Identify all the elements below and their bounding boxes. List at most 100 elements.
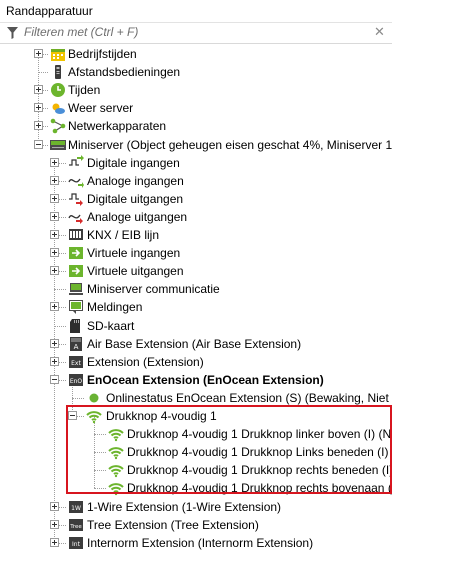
analog-input-icon bbox=[68, 173, 84, 189]
tree-node[interactable]: Virtuele uitgangen bbox=[0, 262, 392, 280]
filter-input[interactable] bbox=[24, 24, 364, 40]
notification-icon bbox=[68, 299, 84, 315]
expand-button[interactable] bbox=[34, 85, 43, 95]
expand-button[interactable] bbox=[34, 49, 43, 58]
tree-node[interactable]: 1W 1-Wire Extension (1-Wire Extension) bbox=[0, 498, 392, 516]
tree-node-label: Digitale ingangen bbox=[87, 155, 180, 170]
knx-icon bbox=[68, 227, 84, 243]
tree-node-label: Digitale uitgangen bbox=[87, 191, 184, 206]
tree-node-label: Analoge ingangen bbox=[87, 173, 184, 188]
tree-node[interactable]: Digitale ingangen bbox=[0, 154, 392, 172]
expand-button[interactable] bbox=[50, 266, 59, 276]
tree-node[interactable]: Weer server bbox=[0, 99, 392, 117]
svg-text:Int: Int bbox=[72, 541, 81, 548]
internorm-icon: Int bbox=[68, 535, 84, 551]
tree-node[interactable]: Tree Tree Extension (Tree Extension) bbox=[0, 516, 392, 534]
enocean-icon: EnO bbox=[68, 372, 84, 388]
tree-guide-line bbox=[54, 325, 66, 327]
expand-button[interactable] bbox=[50, 356, 59, 366]
tree-node-label: Virtuele uitgangen bbox=[87, 264, 184, 279]
svg-text:1W: 1W bbox=[71, 505, 81, 512]
sd-card-icon bbox=[68, 318, 84, 334]
network-icon bbox=[50, 118, 66, 134]
panel-header: Randapparatuur bbox=[0, 0, 392, 23]
tree-node[interactable]: Netwerkapparaten bbox=[0, 117, 392, 135]
calendar-icon bbox=[50, 46, 66, 62]
tree-node-label: Miniserver communicatie bbox=[87, 282, 220, 297]
expand-button[interactable] bbox=[50, 230, 59, 239]
remote-icon bbox=[50, 64, 66, 80]
tree-node-label: Tree Extension (Tree Extension) bbox=[87, 517, 259, 532]
expand-button[interactable] bbox=[50, 302, 59, 312]
collapse-button[interactable] bbox=[50, 374, 59, 384]
miniserver-icon bbox=[50, 137, 66, 153]
expand-button[interactable] bbox=[50, 248, 59, 258]
expand-button[interactable] bbox=[50, 537, 59, 547]
tree-node[interactable]: Meldingen bbox=[0, 298, 392, 316]
collapse-button[interactable] bbox=[34, 139, 43, 149]
tree-node-label: KNX / EIB lijn bbox=[87, 228, 160, 242]
tree-node-label: Air Base Extension (Air Base Extension) bbox=[87, 336, 302, 351]
tree-node[interactable]: Virtuele ingangen bbox=[0, 244, 392, 262]
virtual-output-icon bbox=[68, 263, 84, 279]
tree-guide-line bbox=[72, 397, 84, 399]
tree-node-label: Onlinestatus EnOcean Extension (S) (Bewa… bbox=[106, 390, 392, 405]
tree-guide-line bbox=[38, 72, 48, 74]
svg-text:EnO: EnO bbox=[70, 378, 83, 385]
clock-icon bbox=[50, 82, 66, 98]
status-dot-icon bbox=[86, 390, 102, 406]
tree-node[interactable]: SD-kaart bbox=[0, 317, 392, 335]
tree-node[interactable]: Digitale uitgangen bbox=[0, 190, 392, 208]
weather-icon bbox=[50, 100, 66, 116]
svg-text:Ext: Ext bbox=[71, 360, 81, 367]
tree-node-label: Afstandsbedieningen bbox=[68, 65, 181, 80]
tree-node[interactable]: Miniserver communicatie bbox=[0, 280, 392, 298]
tree-node[interactable]: KNX / EIB lijn bbox=[0, 226, 392, 244]
tree-node-label: Extension (Extension) bbox=[87, 354, 204, 369]
analog-output-icon bbox=[68, 209, 84, 225]
extension-icon: Ext bbox=[68, 354, 84, 370]
tree-node[interactable]: Tijden bbox=[0, 81, 392, 99]
digital-input-icon bbox=[68, 154, 84, 171]
digital-output-icon bbox=[68, 191, 84, 207]
clear-icon[interactable]: ✕ bbox=[374, 25, 385, 39]
one-wire-icon: 1W bbox=[68, 499, 84, 515]
tree-node-label: SD-kaart bbox=[87, 318, 135, 333]
tree-node[interactable]: Ext Extension (Extension) bbox=[0, 353, 392, 371]
tree-node-label: Bedrijfstijden bbox=[68, 47, 137, 61]
expand-button[interactable] bbox=[50, 175, 59, 185]
expand-button[interactable] bbox=[50, 193, 59, 203]
funnel-icon bbox=[7, 27, 18, 42]
tree-extension-icon: Tree bbox=[68, 517, 84, 533]
tree-node-label: EnOcean Extension (EnOcean Extension) bbox=[87, 372, 324, 387]
svg-text:A: A bbox=[74, 343, 79, 351]
filter-bar: ✕ bbox=[0, 23, 392, 44]
tree-node-label: Weer server bbox=[68, 101, 134, 116]
tree-node-label: Netwerkapparaten bbox=[68, 119, 167, 134]
expand-button[interactable] bbox=[50, 501, 59, 511]
tree-node[interactable]: EnO EnOcean Extension (EnOcean Extension) bbox=[0, 371, 392, 389]
tree-node-label: 1-Wire Extension (1-Wire Extension) bbox=[87, 499, 282, 514]
tree-node-label: Virtuele ingangen bbox=[87, 246, 181, 261]
tree-node[interactable]: Miniserver (Object geheugen eisen gescha… bbox=[0, 136, 392, 154]
tree-node-label: Miniserver (Object geheugen eisen gescha… bbox=[68, 137, 392, 152]
tree-node[interactable]: Analoge ingangen bbox=[0, 172, 392, 190]
svg-text:Tree: Tree bbox=[69, 524, 82, 530]
expand-button[interactable] bbox=[50, 211, 59, 221]
tree-node-label: Internorm Extension (Internorm Extension… bbox=[87, 535, 314, 550]
tree-node-label: Tijden bbox=[68, 83, 101, 98]
expand-button[interactable] bbox=[50, 519, 59, 529]
tree-guide-line bbox=[54, 289, 66, 291]
virtual-input-icon bbox=[68, 245, 84, 261]
expand-button[interactable] bbox=[50, 157, 59, 167]
expand-button[interactable] bbox=[34, 103, 43, 113]
tree-node[interactable]: Afstandsbedieningen bbox=[0, 63, 392, 81]
tree-node[interactable]: Bedrijfstijden bbox=[0, 45, 392, 63]
tree-node-label: Analoge uitgangen bbox=[87, 209, 188, 224]
expand-button[interactable] bbox=[34, 121, 43, 131]
tree-node[interactable]: Analoge uitgangen bbox=[0, 208, 392, 226]
expand-button[interactable] bbox=[50, 338, 59, 348]
communication-icon bbox=[68, 281, 84, 297]
tree-node[interactable]: Int Internorm Extension (Internorm Extens… bbox=[0, 534, 392, 552]
tree-node[interactable]: A Air Base Extension (Air Base Extension) bbox=[0, 335, 392, 353]
